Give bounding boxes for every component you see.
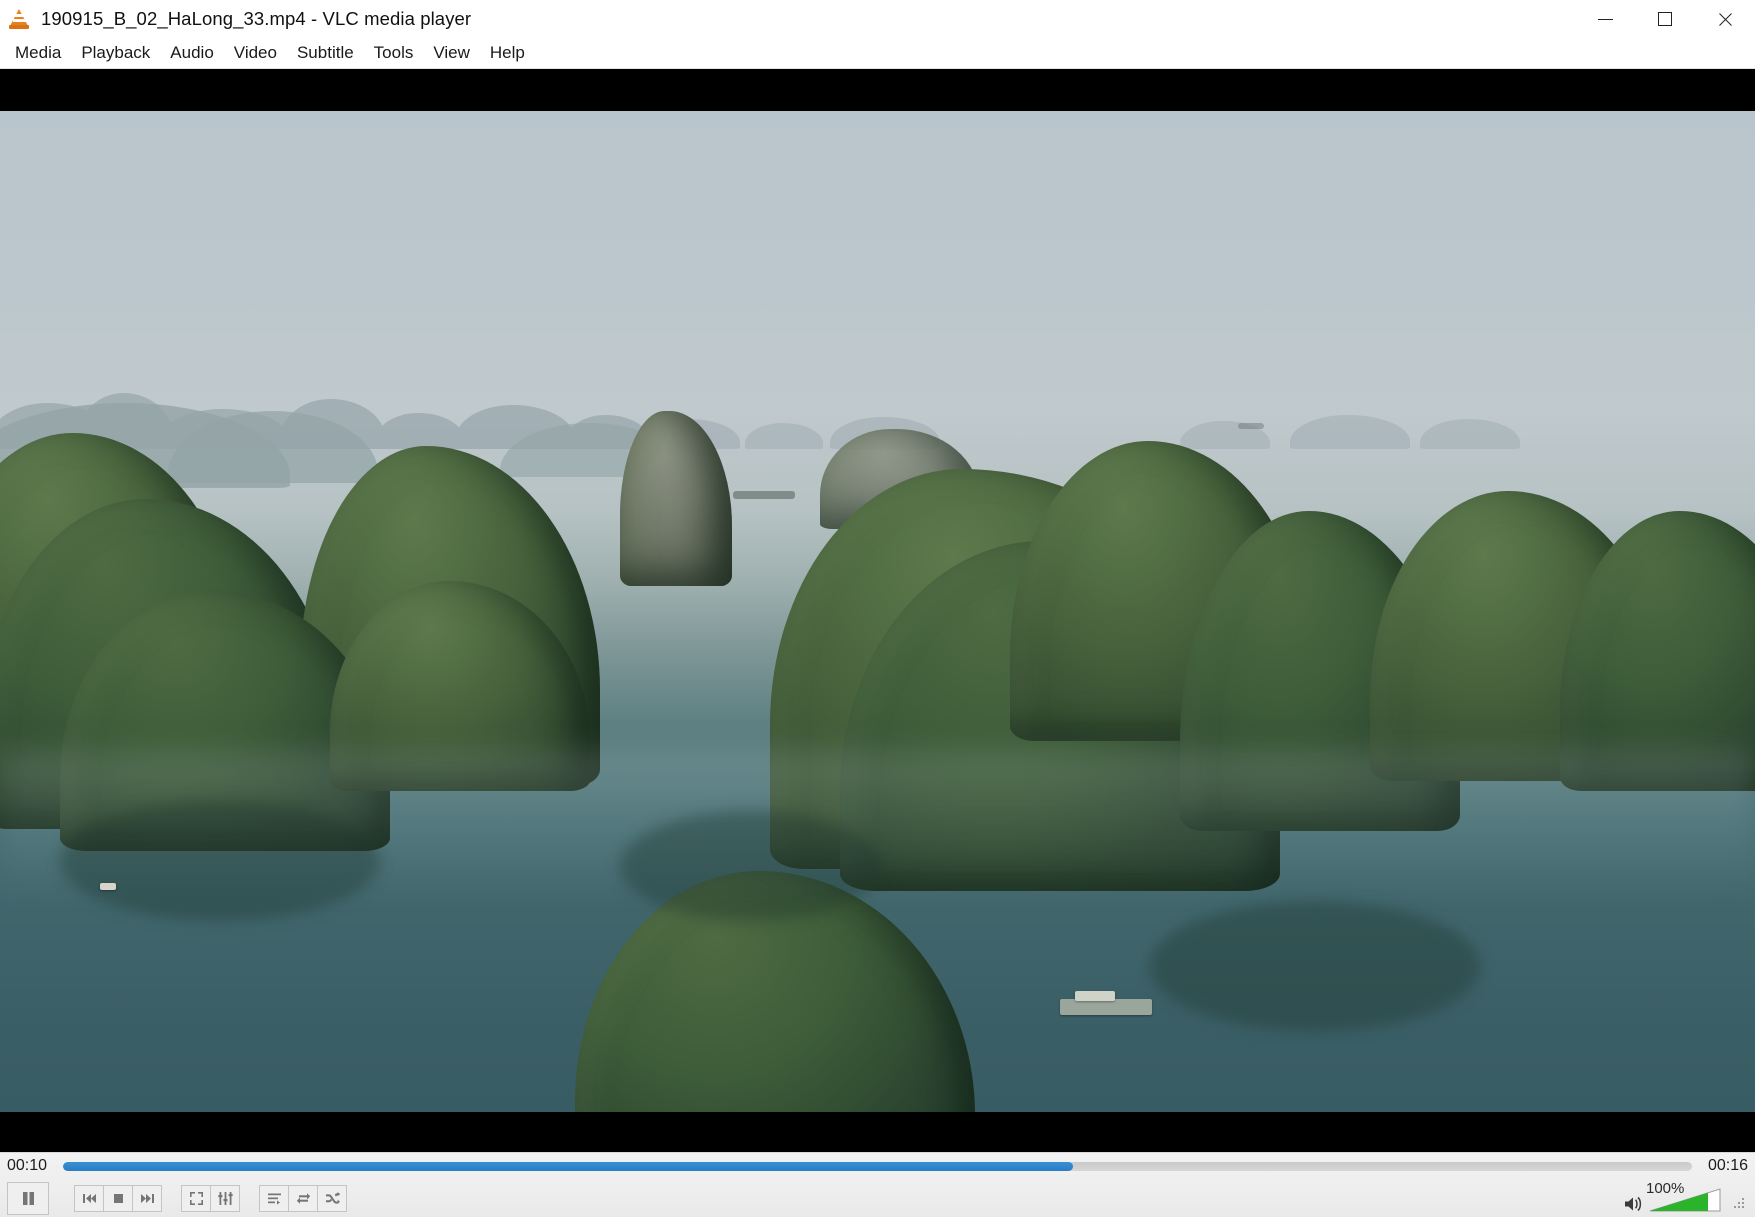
fullscreen-icon	[189, 1191, 203, 1205]
barge-center	[733, 491, 795, 499]
water-reflection-center	[620, 811, 880, 921]
extended-settings-button[interactable]	[210, 1184, 240, 1212]
stop-button[interactable]	[103, 1184, 133, 1212]
boat-cluster-bottom-2	[1075, 991, 1115, 1001]
previous-button[interactable]	[74, 1184, 104, 1212]
vlc-cone-icon	[9, 8, 31, 30]
menu-item-tools[interactable]: Tools	[364, 40, 424, 66]
primary-playback-group	[7, 1181, 49, 1215]
menu-item-help[interactable]: Help	[480, 40, 535, 66]
menu-item-subtitle[interactable]: Subtitle	[287, 40, 364, 66]
playlist-button[interactable]	[259, 1184, 289, 1212]
ship-far-right	[1238, 423, 1264, 429]
seek-progress-fill	[63, 1161, 1073, 1171]
fullscreen-button[interactable]	[181, 1184, 211, 1212]
video-surface[interactable]	[0, 69, 1755, 1152]
letterbox-bottom	[0, 1112, 1755, 1152]
water-reflection-right	[1150, 901, 1480, 1031]
menu-bar: Media Playback Audio Video Subtitle Tool…	[0, 38, 1755, 69]
transport-group	[74, 1184, 162, 1212]
playlist-group	[259, 1184, 347, 1212]
boat-left	[100, 883, 116, 890]
button-row: 100%	[0, 1179, 1755, 1217]
loop-icon	[296, 1192, 310, 1204]
next-button[interactable]	[132, 1184, 162, 1212]
playlist-icon	[267, 1193, 281, 1204]
resize-grip-icon[interactable]	[1734, 1198, 1747, 1211]
vlc-window: 190915_B_02_HaLong_33.mp4 - VLC media pl…	[0, 0, 1755, 1217]
equalizer-icon	[217, 1191, 233, 1205]
next-icon	[140, 1193, 154, 1203]
menu-item-video[interactable]: Video	[224, 40, 287, 66]
shuffle-button[interactable]	[317, 1184, 347, 1212]
close-icon[interactable]	[1695, 0, 1755, 38]
water-reflection-left	[60, 801, 380, 921]
volume-control: 100%	[1624, 1180, 1747, 1213]
maximize-icon[interactable]	[1635, 0, 1695, 38]
pause-icon	[22, 1191, 34, 1205]
view-group	[181, 1184, 240, 1212]
shuffle-icon	[325, 1191, 340, 1204]
play-pause-button[interactable]	[7, 1181, 49, 1215]
menu-item-audio[interactable]: Audio	[160, 40, 223, 66]
control-bar: 00:10 00:16 100%	[0, 1152, 1755, 1217]
menu-item-media[interactable]: Media	[5, 40, 71, 66]
menu-item-playback[interactable]: Playback	[71, 40, 160, 66]
previous-icon	[82, 1193, 96, 1203]
letterbox-top	[0, 69, 1755, 111]
window-title: 190915_B_02_HaLong_33.mp4 - VLC media pl…	[41, 8, 472, 29]
seek-row: 00:10 00:16	[0, 1153, 1755, 1179]
video-frame	[0, 111, 1755, 1112]
loop-button[interactable]	[288, 1184, 318, 1212]
seek-slider[interactable]	[63, 1161, 1692, 1171]
menu-item-view[interactable]: View	[423, 40, 480, 66]
total-time[interactable]: 00:16	[1702, 1157, 1748, 1175]
stop-icon	[113, 1193, 123, 1203]
speaker-icon[interactable]	[1624, 1195, 1644, 1213]
window-controls	[1575, 0, 1755, 38]
minimize-icon[interactable]	[1575, 0, 1635, 38]
volume-slider[interactable]	[1648, 1187, 1726, 1213]
title-bar: 190915_B_02_HaLong_33.mp4 - VLC media pl…	[0, 0, 1755, 38]
elapsed-time[interactable]: 00:10	[7, 1157, 53, 1175]
boat-cluster-bottom	[1060, 999, 1152, 1015]
